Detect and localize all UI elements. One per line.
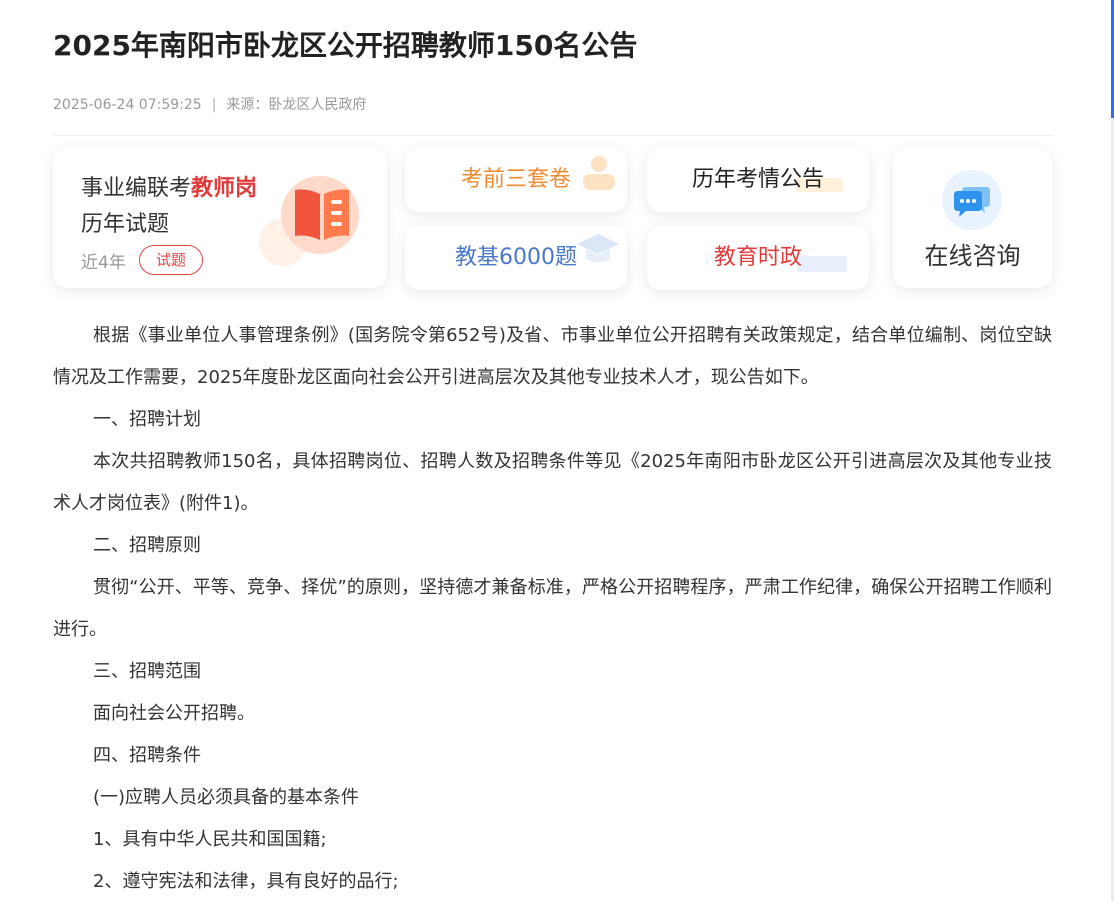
promo-card-label: 教育时政 (713, 245, 802, 270)
promo-card-title-highlight: 教师岗 (191, 176, 258, 201)
online-consult-card[interactable]: 在线咨询 (893, 148, 1052, 288)
consult-label: 在线咨询 (924, 242, 1021, 270)
source-label: 来源： (226, 97, 269, 113)
promo-card-title-prefix: 事业编联考 (81, 176, 192, 201)
promo-card-question-bank[interactable]: 教基6000题 (405, 226, 627, 290)
article-meta: 2025-06-24 07:59:25 | 来源：卧龙区人民政府 (53, 94, 366, 114)
promo-card-subtitle: 历年试题 (81, 212, 170, 237)
promo-card-tag[interactable]: 试题 (139, 245, 203, 275)
paragraph: (一)应聘人员必须具备的基本条件 (93, 787, 360, 808)
paragraph: 2、遵守宪法和法律，具有良好的品行; (93, 871, 399, 892)
paragraph: 面向社会公开招聘。 (93, 703, 255, 724)
section-heading: 三、招聘范围 (93, 661, 201, 682)
chat-bubble-icon (954, 187, 990, 217)
promo-card-label: 历年考情公告 (691, 167, 824, 192)
publish-date: 2025-06-24 07:59:25 (53, 97, 202, 113)
paragraph: 1、具有中华人民共和国国籍; (93, 829, 327, 850)
promo-card-past-notices[interactable]: 历年考情公告 (647, 148, 869, 212)
meta-separator: | (211, 97, 217, 113)
section-heading: 四、招聘条件 (93, 745, 201, 766)
title-divider (53, 135, 1052, 136)
promo-card-years: 近4年 (81, 253, 126, 273)
source-name: 卧龙区人民政府 (268, 97, 367, 113)
paragraph: 本次共招聘教师150名，具体招聘岗位、招聘人数及招聘条件等见《2025年南阳市卧… (53, 451, 1052, 514)
promo-card-education-news[interactable]: 教育时政 (647, 226, 869, 290)
section-heading: 二、招聘原则 (93, 535, 201, 556)
book-icon (295, 189, 349, 240)
promo-card-label: 教基6000题 (455, 245, 577, 270)
promo-card-exam-papers[interactable]: 事业编联考教师岗 历年试题 近4年 试题 (53, 148, 387, 288)
promo-card-title: 事业编联考教师岗 (81, 170, 257, 202)
promo-card-mock-papers[interactable]: 考前三套卷 (405, 148, 627, 212)
section-heading: 一、招聘计划 (93, 409, 201, 430)
promo-card-label: 考前三套卷 (460, 167, 571, 192)
article-title: 2025年南阳市卧龙区公开招聘教师150名公告 (53, 29, 638, 62)
paragraph: 根据《事业单位人事管理条例》(国务院令第652号)及省、市事业单位公开招聘有关政… (53, 325, 1052, 388)
paragraph: 贯彻“公开、平等、竞争、择优”的原则，坚持德才兼备标准，严格公开招聘程序，严肃工… (53, 577, 1052, 640)
article-body: 根据《事业单位人事管理条例》(国务院令第652号)及省、市事业单位公开招聘有关政… (53, 315, 1052, 901)
